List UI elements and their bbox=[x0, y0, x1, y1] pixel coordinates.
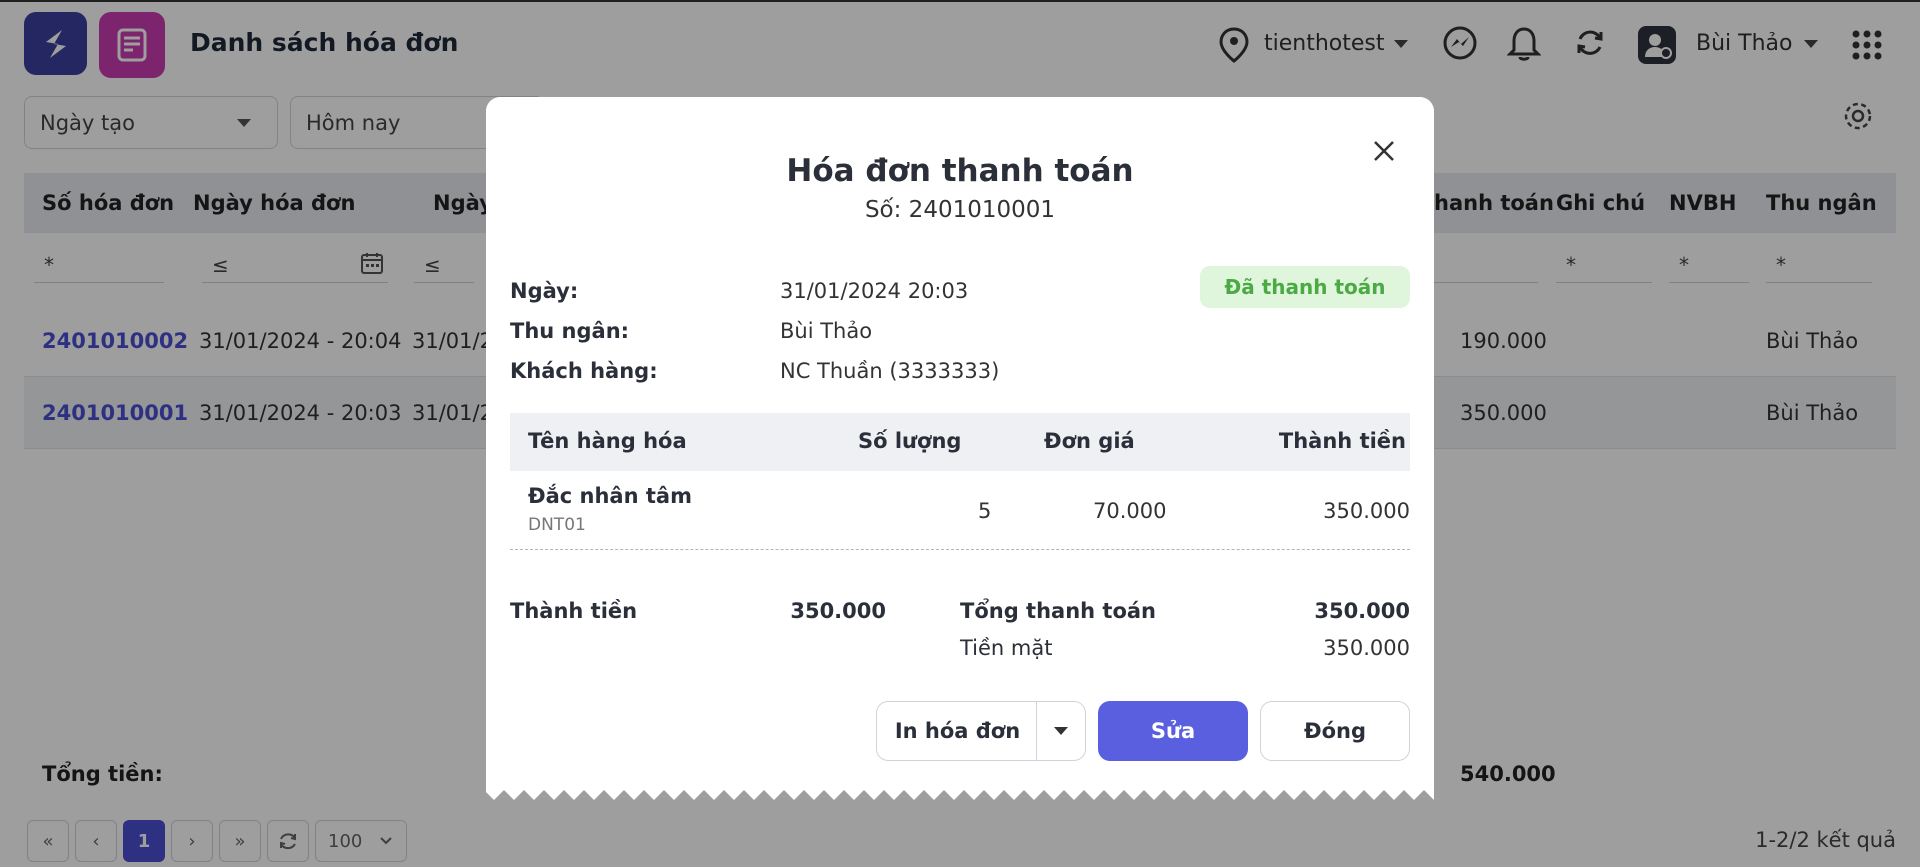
item-price: 70.000 bbox=[1093, 499, 1167, 523]
cashier-value: Bùi Thảo bbox=[780, 319, 873, 343]
edit-button[interactable]: Sửa bbox=[1098, 701, 1248, 761]
print-invoice-button[interactable]: In hóa đơn bbox=[876, 701, 1038, 761]
col-unit-price: Đơn giá bbox=[1044, 429, 1135, 453]
cashier-label: Thu ngân: bbox=[510, 319, 630, 343]
customer-value: NC Thuần (3333333) bbox=[780, 359, 1000, 383]
receipt-zigzag-edge bbox=[486, 780, 1434, 800]
subtotal-label: Thành tiền bbox=[510, 599, 638, 623]
date-label: Ngày: bbox=[510, 279, 579, 303]
item-code: DNT01 bbox=[528, 515, 586, 535]
cash-value: 350.000 bbox=[1323, 636, 1410, 660]
subtotal-value: 350.000 bbox=[790, 599, 886, 623]
col-line-total: Thành tiền bbox=[1278, 429, 1406, 453]
col-quantity: Số lượng bbox=[858, 429, 962, 453]
item-qty: 5 bbox=[978, 499, 992, 523]
status-badge: Đã thanh toán bbox=[1200, 266, 1410, 308]
item-total: 350.000 bbox=[1323, 499, 1410, 523]
grand-total-label: Tổng thanh toán bbox=[960, 599, 1157, 623]
date-value: 31/01/2024 20:03 bbox=[780, 279, 969, 303]
close-button[interactable]: Đóng bbox=[1260, 701, 1410, 761]
col-item-name: Tên hàng hóa bbox=[528, 429, 687, 453]
grand-total-value: 350.000 bbox=[1314, 599, 1410, 623]
items-table-header: Tên hàng hóa Số lượng Đơn giá Thành tiền bbox=[510, 413, 1410, 471]
divider bbox=[510, 549, 1410, 550]
modal-title: Hóa đơn thanh toán bbox=[786, 153, 1134, 189]
item-name: Đắc nhân tâm bbox=[528, 484, 692, 508]
chevron-down-icon bbox=[1054, 727, 1068, 735]
invoice-number: Số: 2401010001 bbox=[864, 197, 1056, 223]
print-options-dropdown[interactable] bbox=[1036, 701, 1086, 761]
customer-label: Khách hàng: bbox=[510, 359, 658, 383]
cash-label: Tiền mặt bbox=[960, 636, 1053, 660]
invoice-modal: Hóa đơn thanh toán Số: 2401010001 Ngày: … bbox=[486, 97, 1434, 789]
